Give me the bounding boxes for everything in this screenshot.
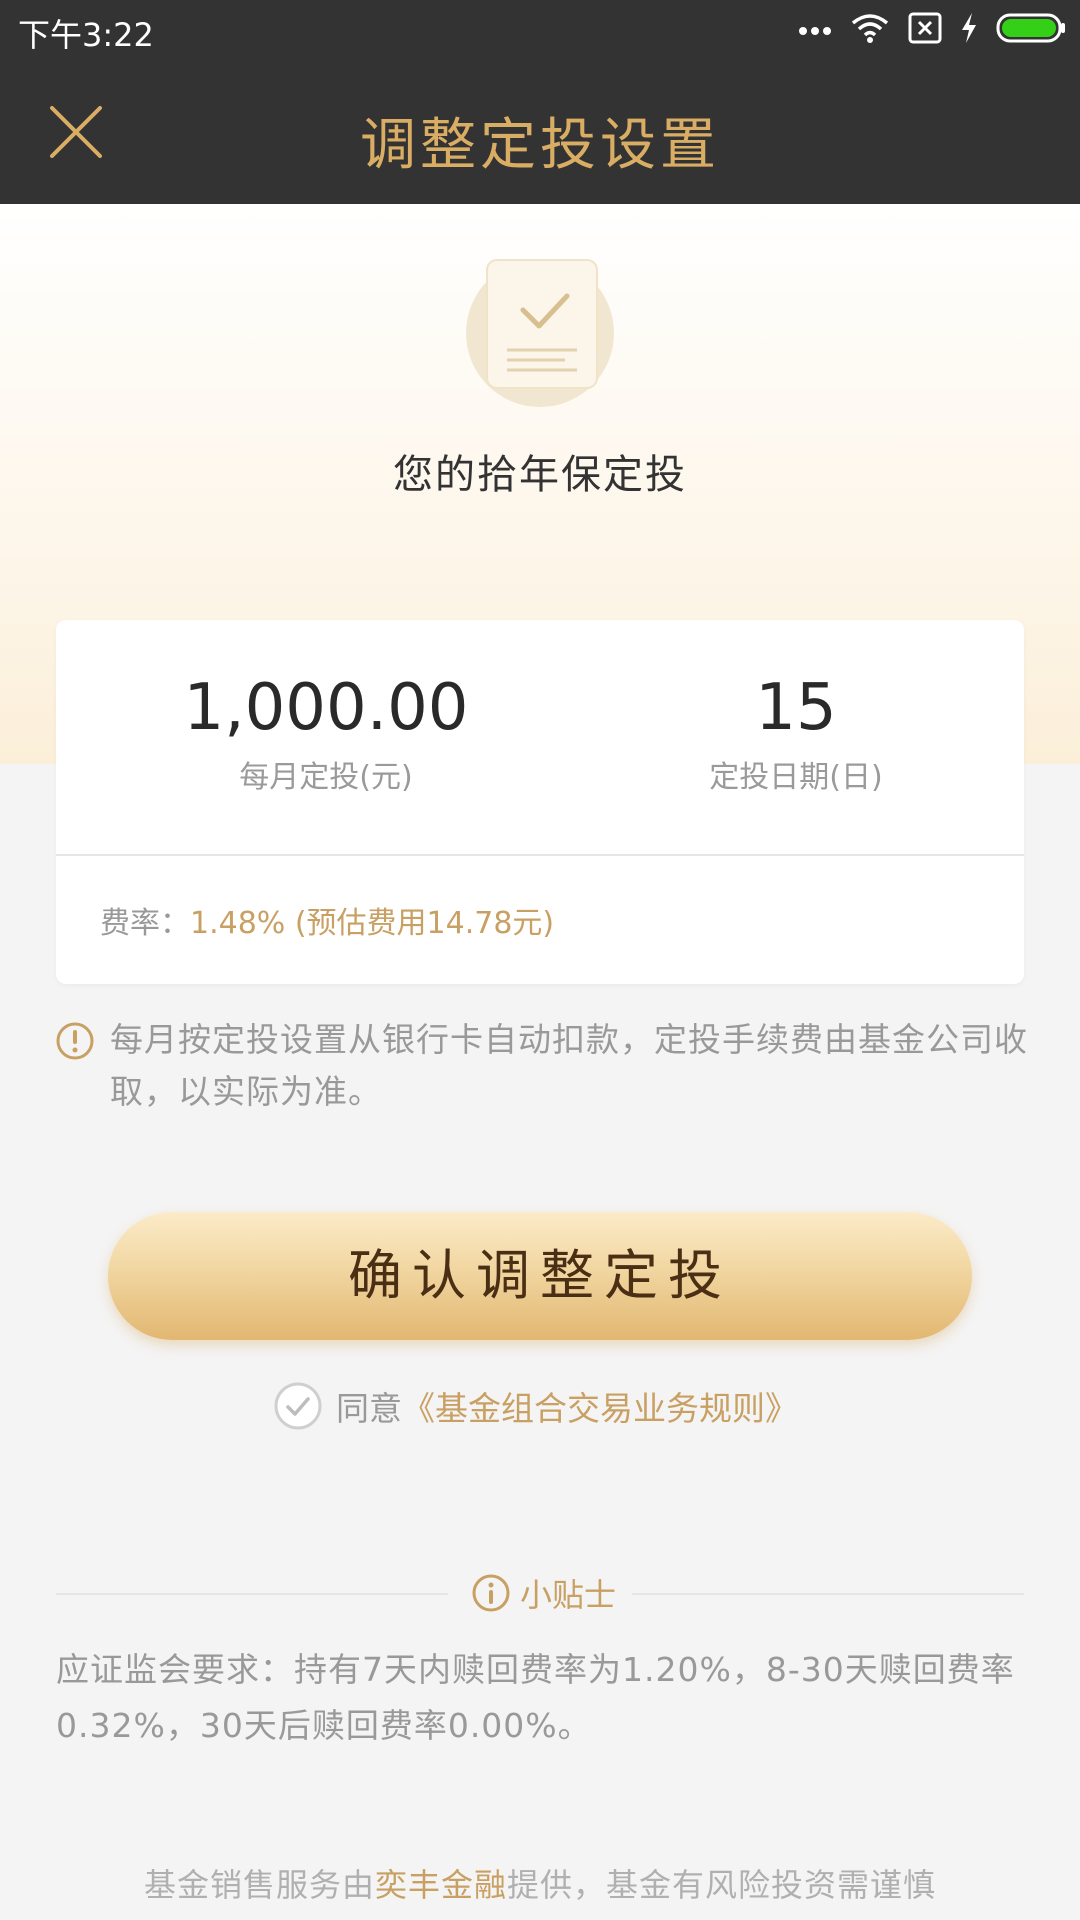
check-circle-icon[interactable] bbox=[274, 1382, 322, 1430]
status-bar: 下午3:22 bbox=[0, 0, 1080, 60]
investment-day-value: 15 bbox=[755, 671, 837, 745]
card-divider bbox=[56, 854, 1024, 856]
auto-debit-notice: 每月按定投设置从银行卡自动扣款，定投手续费由基金公司收取，以实际为准。 bbox=[56, 1014, 1036, 1118]
monthly-amount-block[interactable]: 1,000.00 每月定投(元) bbox=[86, 672, 566, 796]
fee-value: 1.48% (预估费用14.78元) bbox=[190, 906, 555, 941]
notice-text: 每月按定投设置从银行卡自动扣款，定投手续费由基金公司收取，以实际为准。 bbox=[110, 1020, 1028, 1111]
wifi-icon bbox=[850, 12, 890, 48]
sim-icon bbox=[908, 12, 942, 48]
monthly-amount-label: 每月定投(元) bbox=[239, 760, 413, 795]
monthly-amount-value: 1,000.00 bbox=[183, 671, 469, 745]
footer-prefix: 基金销售服务由 bbox=[143, 1866, 375, 1904]
status-time: 下午3:22 bbox=[18, 16, 154, 54]
charging-icon bbox=[960, 12, 978, 48]
investment-day-block[interactable]: 15 定投日期(日) bbox=[596, 672, 996, 796]
tips-body: 应证监会要求：持有7天内赎回费率为1.20%，8-30天赎回费率0.32%，30… bbox=[56, 1650, 1015, 1745]
page-title: 调整定投设置 bbox=[360, 113, 720, 178]
document-check-icon bbox=[465, 258, 615, 408]
footer-brand-link[interactable]: 奕丰金融 bbox=[375, 1866, 507, 1904]
header-bar: 调整定投设置 bbox=[0, 60, 1080, 204]
warning-icon bbox=[56, 1022, 94, 1060]
agreement-link[interactable]: 《基金组合交易业务规则》 bbox=[402, 1382, 798, 1430]
footer-disclaimer: 基金销售服务由奕丰金融提供，基金有风险投资需谨慎 bbox=[0, 1860, 1080, 1906]
footer-suffix: 提供，基金有风险投资需谨慎 bbox=[507, 1866, 937, 1904]
plan-name: 您的拾年保定投 bbox=[393, 452, 687, 498]
tips-divider-left bbox=[56, 1593, 448, 1595]
more-dots-icon bbox=[798, 21, 832, 40]
confirm-adjust-button[interactable]: 确认调整定投 bbox=[108, 1212, 972, 1340]
battery-icon bbox=[996, 12, 1066, 48]
agreement-row: 同意 《基金组合交易业务规则》 bbox=[274, 1382, 798, 1430]
plan-summary-card: 1,000.00 每月定投(元) 15 定投日期(日) 费率：1.48% (预估… bbox=[56, 620, 1024, 984]
fee-label: 费率： bbox=[100, 906, 190, 941]
tips-title: 小贴士 bbox=[520, 1576, 617, 1614]
investment-day-label: 定投日期(日) bbox=[709, 760, 883, 795]
fee-row: 费率：1.48% (预估费用14.78元) bbox=[100, 898, 554, 942]
agreement-prefix: 同意 bbox=[336, 1389, 402, 1428]
status-icons bbox=[798, 12, 1066, 48]
tips-title-wrap: 小贴士 bbox=[464, 1568, 624, 1618]
tips-divider-right bbox=[632, 1593, 1024, 1595]
tips-header: 小贴士 bbox=[56, 1568, 1024, 1618]
info-icon bbox=[472, 1574, 510, 1612]
